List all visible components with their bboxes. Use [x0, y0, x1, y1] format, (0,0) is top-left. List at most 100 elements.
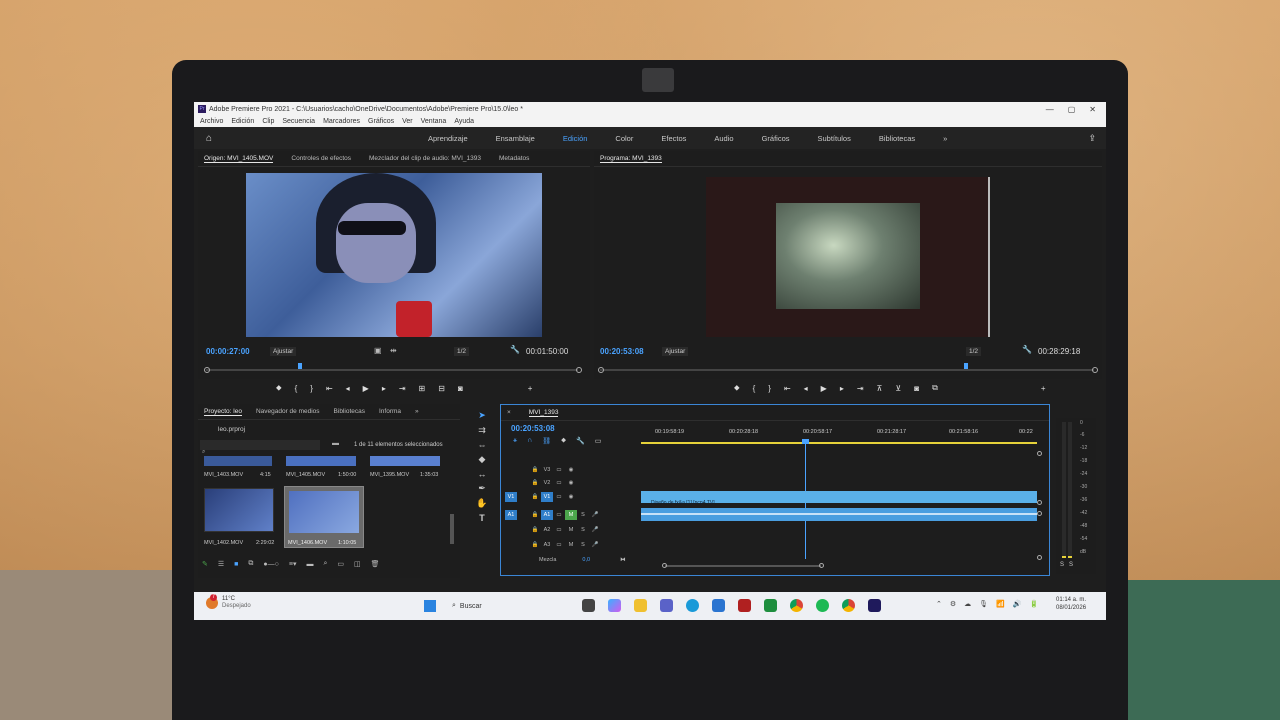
go-to-in-icon[interactable]: ⇤	[326, 384, 333, 393]
tab-source[interactable]: Origen: MVI_1405.MOV	[204, 155, 274, 163]
tab-metadata[interactable]: Metadatos	[499, 155, 529, 162]
pencil-icon[interactable]: ✎	[202, 560, 208, 568]
snap-icon[interactable]: ∩	[527, 437, 532, 445]
program-go-to-out-icon[interactable]: ⇥	[857, 384, 864, 393]
project-clip-thumb[interactable]	[286, 456, 356, 466]
volume-icon[interactable]: 🔊	[1013, 600, 1022, 608]
video-clip[interactable]: Diseño de fx&a [1] [ncp4.TV]	[641, 491, 1037, 506]
tab-sequence[interactable]: MVI_1393	[528, 409, 559, 417]
workspace-efectos[interactable]: Efectos	[647, 134, 700, 143]
menu-ventana[interactable]: Ventana	[421, 118, 447, 125]
hand-tool-icon[interactable]: ✋	[476, 498, 487, 509]
menu-archivo[interactable]: Archivo	[200, 118, 223, 125]
sync-icon[interactable]: ▭	[553, 478, 565, 488]
app-red-icon[interactable]	[738, 599, 751, 612]
step-forward-icon[interactable]: ▸	[382, 384, 386, 393]
lock-icon[interactable]: 🔒	[529, 540, 541, 550]
new-bin-bottom-icon[interactable]: ▭	[337, 560, 344, 568]
close-button[interactable]: ✕	[1089, 105, 1096, 114]
new-folder-icon[interactable]: ▬	[306, 561, 313, 568]
playhead-handle[interactable]	[802, 439, 809, 444]
lift-icon[interactable]: ⊼	[877, 384, 883, 393]
tab-info[interactable]: Informa	[379, 408, 401, 415]
menu-ayuda[interactable]: Ayuda	[454, 118, 474, 125]
sync-icon[interactable]: ▭	[553, 465, 565, 475]
spotify-icon[interactable]	[816, 599, 829, 612]
timeline-settings-icon[interactable]: 🔧	[576, 437, 585, 445]
new-item-icon[interactable]: ◫	[354, 560, 361, 568]
wifi-icon[interactable]: 📶	[996, 600, 1005, 608]
lock-icon[interactable]: 🔒	[529, 510, 541, 520]
program-export-frame-icon[interactable]: ◙	[914, 384, 919, 393]
mix-value[interactable]: 0,0	[582, 557, 590, 563]
workspace-color[interactable]: Color	[601, 134, 647, 143]
pen-tool-icon[interactable]: ✒	[478, 483, 486, 494]
program-go-to-in-icon[interactable]: ⇤	[784, 384, 791, 393]
sync-icon[interactable]: ▭	[553, 525, 565, 535]
taskbar-search-box[interactable]: ⌕ Buscar	[448, 598, 568, 614]
sync-icon[interactable]: ▭	[553, 510, 565, 520]
file-explorer-icon[interactable]	[634, 599, 647, 612]
project-search-input[interactable]: ⌕	[200, 440, 320, 455]
program-mark-in-icon[interactable]: {	[753, 384, 756, 393]
lock-icon[interactable]: 🔒	[529, 465, 541, 475]
source-playhead[interactable]	[298, 363, 302, 369]
mute-button[interactable]: M	[565, 540, 577, 550]
menu-secuencia[interactable]: Secuencia	[282, 118, 315, 125]
store-icon[interactable]	[712, 599, 725, 612]
project-scrollbar[interactable]	[450, 514, 454, 544]
workspace-bibliotecas[interactable]: Bibliotecas	[865, 134, 929, 143]
program-mark-out-icon[interactable]: }	[768, 384, 771, 393]
source-insert-icon[interactable]: ⇹	[390, 346, 397, 355]
track-select-tool-icon[interactable]: ⇉	[478, 425, 486, 436]
teams-icon[interactable]	[660, 599, 673, 612]
workspace-aprendizaje[interactable]: Aprendizaje	[414, 134, 482, 143]
tab-effect-controls[interactable]: Controles de efectos	[291, 155, 351, 162]
menu-edicion[interactable]: Edición	[231, 118, 254, 125]
weather-widget[interactable]: 7 11°C Despejado	[206, 593, 251, 609]
tray-mic-icon[interactable]: 🎙	[979, 600, 988, 608]
source-fit-dropdown[interactable]: Ajustar	[270, 347, 297, 356]
solo-left-button[interactable]: S	[1060, 562, 1064, 568]
microphone-icon[interactable]: 🎤	[589, 540, 601, 550]
razor-tool-icon[interactable]: ◆	[479, 454, 486, 465]
clock[interactable]: 01:14 a. m. 08/01/2026	[1056, 597, 1086, 613]
captions-icon[interactable]: ▭	[595, 437, 602, 445]
microphone-icon[interactable]: 🎤	[589, 510, 601, 520]
timeline-hscroll[interactable]	[662, 563, 824, 568]
program-wrench-icon[interactable]: 🔧	[1022, 345, 1032, 354]
sync-icon[interactable]: ▭	[553, 492, 565, 502]
project-clip-thumb[interactable]	[370, 456, 440, 466]
chrome-profile-icon[interactable]	[842, 599, 855, 612]
project-clip-thumb[interactable]	[204, 488, 274, 532]
slip-tool-icon[interactable]: ↔	[478, 469, 487, 479]
lock-icon[interactable]: 🔒	[529, 478, 541, 488]
mark-out-icon[interactable]: }	[310, 384, 313, 393]
selection-tool-icon[interactable]: ➤	[478, 410, 486, 421]
battery-icon[interactable]: 🔋	[1029, 600, 1038, 608]
menu-marcadores[interactable]: Marcadores	[323, 118, 360, 125]
new-bin-icon[interactable]: ▬	[332, 440, 339, 447]
mix-end-icon[interactable]: ⧓	[620, 557, 626, 563]
source-scrubber[interactable]	[204, 363, 582, 373]
work-area-bar[interactable]	[641, 442, 1037, 444]
mark-in-icon[interactable]: {	[295, 384, 298, 393]
sort-icon[interactable]: ≡▾	[289, 560, 297, 568]
linked-selection-icon[interactable]: ⛓	[542, 437, 551, 445]
extract-icon[interactable]: ⊻	[895, 384, 901, 393]
workspace-graficos[interactable]: Gráficos	[748, 134, 804, 143]
timeline-timecode[interactable]: 00:20:53:08	[511, 424, 555, 433]
list-view-icon[interactable]: ☰	[218, 560, 224, 568]
task-view-icon[interactable]	[582, 599, 595, 612]
play-icon[interactable]: ▶	[363, 384, 369, 393]
edge-icon[interactable]	[686, 599, 699, 612]
program-resolution-dropdown[interactable]: 1/2	[966, 347, 982, 356]
share-icon[interactable]: ⇪	[1088, 133, 1096, 144]
menu-graficos[interactable]: Gráficos	[368, 118, 394, 125]
nest-icon[interactable]: ⚹	[513, 437, 517, 445]
lock-icon[interactable]: 🔒	[529, 525, 541, 535]
program-playhead[interactable]	[964, 363, 968, 369]
tab-program[interactable]: Programa: MVI_1393	[600, 155, 662, 163]
copilot-icon[interactable]	[608, 599, 621, 612]
workspace-ensamblaje[interactable]: Ensamblaje	[482, 134, 549, 143]
